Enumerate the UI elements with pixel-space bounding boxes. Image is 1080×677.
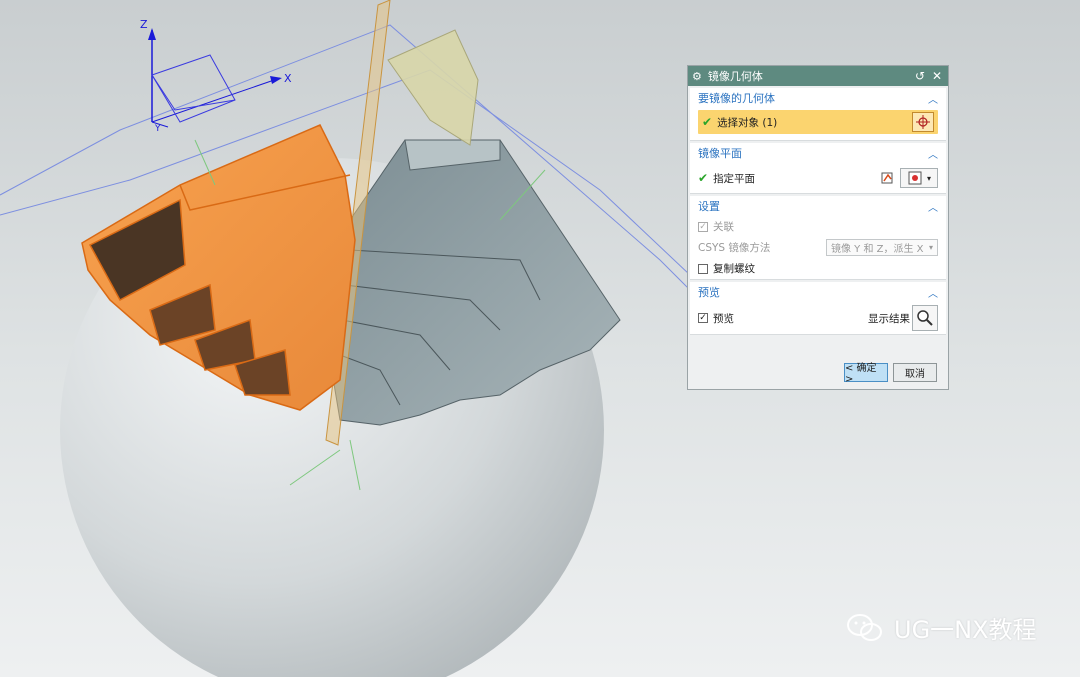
show-result-button[interactable] [912,305,938,331]
dialog-title: 镜像几何体 [707,70,763,83]
checkmark-icon: ✔ [698,171,709,185]
chevron-down-icon: ▾ [928,243,933,252]
preview-section-title: 预览 [698,286,720,299]
preview-section-header[interactable]: 预览 ︿ [690,282,946,302]
associative-row: ✓ 关联 [690,216,946,237]
chevron-up-icon[interactable]: ︿ [928,199,938,214]
wechat-logo-icon [847,613,882,641]
cancel-button[interactable]: 取消 [893,362,937,382]
geometry-section: 要镜像的几何体 ︿ ✔ 选择对象 (1) [690,88,946,141]
preview-label: 预览 [713,312,734,325]
settings-section-header[interactable]: 设置 ︿ [690,196,946,216]
cone-body [387,29,479,146]
preview-checkbox[interactable]: ✓ [698,313,708,323]
show-result-label: 显示结果 [868,312,910,325]
plane-section: 镜像平面 ︿ ✔ 指定平面 ▾ [690,143,946,194]
z-axis-label: Z [140,18,148,31]
checkmark-icon: ✔ [702,115,713,129]
csys-method-select: 镜像 Y 和 Z，派生 X ▾ [826,239,938,256]
dialog-titlebar: ⚙ 镜像几何体 ↺ ✕ [688,66,948,86]
plane-icon [908,171,922,185]
watermark: UG一NX教程 [846,610,1037,645]
magnifier-icon [917,310,933,326]
plane-section-title: 镜像平面 [698,147,742,160]
associative-checkbox: ✓ [698,221,708,232]
specify-plane-label: 指定平面 [713,172,756,185]
plane-tool-icon[interactable] [876,168,898,188]
x-axis-label: X [284,72,292,85]
mirror-geometry-dialog: ⚙ 镜像几何体 ↺ ✕ 要镜像的几何体 ︿ ✔ 选择对象 (1) 镜像平面 ︿ … [687,65,949,390]
chevron-up-icon[interactable]: ︿ [928,91,938,106]
preview-section: 预览 ︿ ✓ 预览 显示结果 [690,282,946,335]
ok-button[interactable]: < 确定 > [844,362,888,385]
gear-icon[interactable]: ⚙ [692,70,702,83]
y-axis-label: Y [154,124,161,134]
crosshair-select-icon[interactable] [912,112,934,132]
geometry-section-header[interactable]: 要镜像的几何体 ︿ [690,88,946,108]
csys-method-row: CSYS 镜像方法 镜像 Y 和 Z，派生 X ▾ [690,237,946,258]
copy-threads-checkbox[interactable] [698,263,708,274]
chevron-up-icon[interactable]: ︿ [928,146,938,161]
reset-icon[interactable]: ↺ [913,69,927,83]
csys-method-value: 镜像 Y 和 Z，派生 X [831,244,924,255]
settings-section: 设置 ︿ ✓ 关联 CSYS 镜像方法 镜像 Y 和 Z，派生 X ▾ 复制螺纹 [690,196,946,280]
csys-triad: Z X Y [140,18,292,134]
dropdown-arrow-icon: ▾ [926,173,931,183]
csys-method-label: CSYS 镜像方法 [698,242,771,254]
watermark-text: UG一NX教程 [894,616,1037,644]
settings-section-title: 设置 [698,200,720,213]
chevron-up-icon[interactable]: ︿ [928,285,938,300]
plane-section-header[interactable]: 镜像平面 ︿ [690,143,946,163]
plane-dropdown-button[interactable]: ▾ [900,168,938,188]
specify-plane-row[interactable]: ✔ 指定平面 ▾ [690,163,946,193]
copy-threads-label: 复制螺纹 [713,263,755,275]
close-icon[interactable]: ✕ [930,69,944,83]
select-object-label: 选择对象 (1) [717,116,778,129]
preview-row: ✓ 预览 显示结果 [690,302,946,334]
dialog-footer: < 确定 > 取消 [688,355,948,389]
associative-label: 关联 [713,221,734,233]
geometry-section-title: 要镜像的几何体 [698,92,775,105]
copy-threads-row[interactable]: 复制螺纹 [690,258,946,279]
select-object-row[interactable]: ✔ 选择对象 (1) [698,110,938,134]
